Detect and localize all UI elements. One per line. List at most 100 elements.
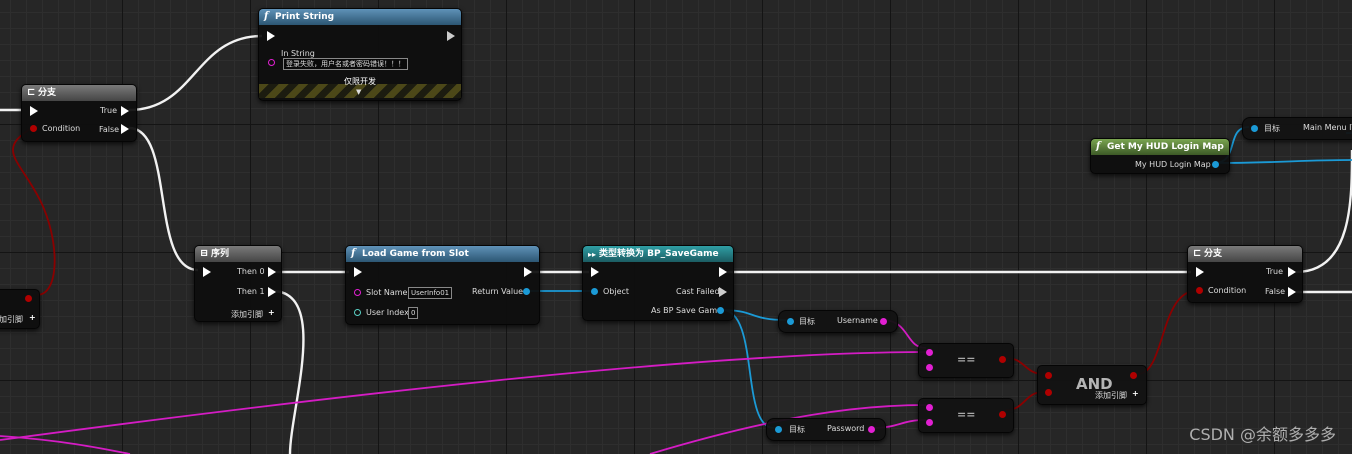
blueprint-graph-canvas[interactable]: 加引脚 + ⊏ 分支 Condition True False f Print St… (0, 0, 1352, 454)
function-icon: f (1096, 141, 1101, 152)
equal-string-node-top[interactable]: == (918, 343, 1014, 378)
add-pin-plus-icon[interactable]: + (29, 313, 36, 322)
user-index-pin[interactable] (354, 309, 361, 316)
false-exec-pin[interactable] (121, 124, 129, 134)
partial-node-left[interactable]: 加引脚 + (0, 289, 40, 329)
condition-label: Condition (42, 124, 81, 133)
target-pin[interactable] (1251, 125, 1258, 132)
add-pin-plus-icon[interactable]: + (1132, 389, 1139, 398)
exec-in-pin[interactable] (267, 31, 275, 41)
wire-obj-hud-right (1213, 159, 1352, 164)
exec-in-pin[interactable] (354, 267, 362, 277)
cast-header: ▸▸ 类型转换为 BP_SaveGame (583, 246, 733, 262)
input-a-pin[interactable] (926, 349, 933, 356)
branch-node-header: ⊏ 分支 (22, 85, 136, 101)
exec-in-pin[interactable] (1196, 267, 1204, 277)
input-b-pin[interactable] (1045, 389, 1052, 396)
wire-exec-true-to-print (128, 34, 263, 112)
sequence-node[interactable]: ⊟ 序列 Then 0 Then 1 添加引脚 + (194, 245, 282, 322)
user-index-field[interactable]: 0 (408, 307, 419, 319)
exec-out-pin[interactable] (719, 267, 727, 277)
condition-pin[interactable] (30, 125, 37, 132)
input-b-pin[interactable] (926, 364, 933, 371)
slot-name-field[interactable]: UserInfo01 (408, 287, 453, 299)
cast-to-bp-savegame-node[interactable]: ▸▸ 类型转换为 BP_SaveGame Object Cast Failed A… (582, 245, 734, 321)
add-pin-label[interactable]: 添加引脚 (1095, 390, 1127, 401)
add-pin-plus-icon[interactable]: + (268, 308, 275, 317)
then0-exec-pin[interactable] (268, 267, 276, 277)
csdn-watermark: CSDN @余额多多多 (1189, 425, 1336, 444)
main-menu-label: Main Menu IT (1303, 123, 1352, 132)
equal-operator: == (957, 353, 976, 366)
cast-title: 类型转换为 BP_SaveGame (599, 249, 719, 259)
get-my-hud-login-map-node[interactable]: f Get My HUD Login Map My HUD Login Map (1090, 138, 1230, 174)
load-game-header: f Load Game from Slot (346, 246, 539, 262)
branch-node-right[interactable]: ⊏ 分支 Condition True False (1187, 245, 1303, 303)
get-username-node[interactable]: 目标 Username (778, 310, 898, 333)
result-pin[interactable] (1130, 372, 1137, 379)
load-game-from-slot-node[interactable]: f Load Game from Slot Slot Name UserInfo0… (345, 245, 540, 325)
add-pin-label[interactable]: 添加引脚 (231, 309, 263, 320)
condition-pin[interactable] (1196, 287, 1203, 294)
branch-node-header: ⊏ 分支 (1188, 246, 1302, 262)
true-exec-pin[interactable] (1288, 267, 1296, 277)
exec-in-pin[interactable] (203, 267, 211, 277)
target-pin[interactable] (775, 426, 782, 433)
target-label: 目标 (1264, 124, 1280, 133)
target-label: 目标 (799, 317, 815, 326)
branch-title: 分支 (38, 88, 57, 98)
slot-name-pin[interactable] (354, 289, 361, 296)
username-pin[interactable] (880, 318, 887, 325)
print-string-header: f Print String (259, 9, 461, 25)
object-pin[interactable] (591, 288, 598, 295)
cast-failed-pin[interactable] (719, 287, 727, 297)
wire-exec-branch-true-up (1295, 149, 1352, 274)
function-icon: f (351, 248, 356, 259)
false-exec-pin[interactable] (1288, 287, 1296, 297)
get-password-node[interactable]: 目标 Password (766, 418, 886, 441)
in-string-pin[interactable] (268, 59, 275, 66)
function-icon: f (264, 11, 269, 22)
add-pin-label[interactable]: 加引脚 (0, 314, 23, 325)
output-pin[interactable] (25, 295, 32, 302)
return-value-label: Return Value (472, 287, 524, 296)
password-label: Password (827, 424, 865, 433)
true-label: True (100, 106, 117, 115)
exec-out-pin[interactable] (447, 31, 455, 41)
and-boolean-node[interactable]: AND 添加引脚 + (1037, 365, 1147, 405)
input-a-pin[interactable] (926, 404, 933, 411)
exec-in-pin[interactable] (30, 106, 38, 116)
branch-icon: ⊏ (27, 87, 36, 98)
hud-output-pin[interactable] (1212, 161, 1219, 168)
true-label: True (1266, 267, 1283, 276)
as-bp-savegame-pin[interactable] (717, 307, 724, 314)
user-index-label: User Index (366, 308, 409, 317)
password-pin[interactable] (868, 426, 875, 433)
main-menu-getter-node[interactable]: 目标 Main Menu IT (1242, 117, 1352, 140)
cast-failed-label: Cast Failed (676, 287, 720, 296)
sequence-title: 序列 (211, 249, 230, 259)
in-string-field[interactable]: 登录失败，用户名或者密码错误！！！ (283, 58, 408, 70)
result-pin[interactable] (999, 411, 1006, 418)
input-a-pin[interactable] (1045, 372, 1052, 379)
load-game-title: Load Game from Slot (362, 249, 469, 259)
branch-node-left[interactable]: ⊏ 分支 Condition True False (21, 84, 137, 142)
expand-arrow-icon[interactable]: ▼ (356, 88, 361, 96)
target-pin[interactable] (787, 318, 794, 325)
input-b-pin[interactable] (926, 419, 933, 426)
wire-bool-left-loop (12, 127, 56, 296)
get-hud-header: f Get My HUD Login Map (1091, 139, 1229, 155)
false-label: False (1265, 287, 1286, 296)
equal-string-node-bottom[interactable]: == (918, 398, 1014, 433)
exec-in-pin[interactable] (591, 267, 599, 277)
get-hud-title: Get My HUD Login Map (1107, 142, 1224, 152)
then1-exec-pin[interactable] (268, 287, 276, 297)
true-exec-pin[interactable] (121, 106, 129, 116)
sequence-header: ⊟ 序列 (195, 246, 281, 262)
result-pin[interactable] (999, 356, 1006, 363)
exec-out-pin[interactable] (524, 267, 532, 277)
wire-str-left-bottom (0, 435, 131, 454)
then1-label: Then 1 (237, 287, 265, 296)
print-string-node[interactable]: f Print String In String 登录失败，用户名或者密码错误！！… (258, 8, 462, 101)
return-value-pin[interactable] (523, 288, 530, 295)
